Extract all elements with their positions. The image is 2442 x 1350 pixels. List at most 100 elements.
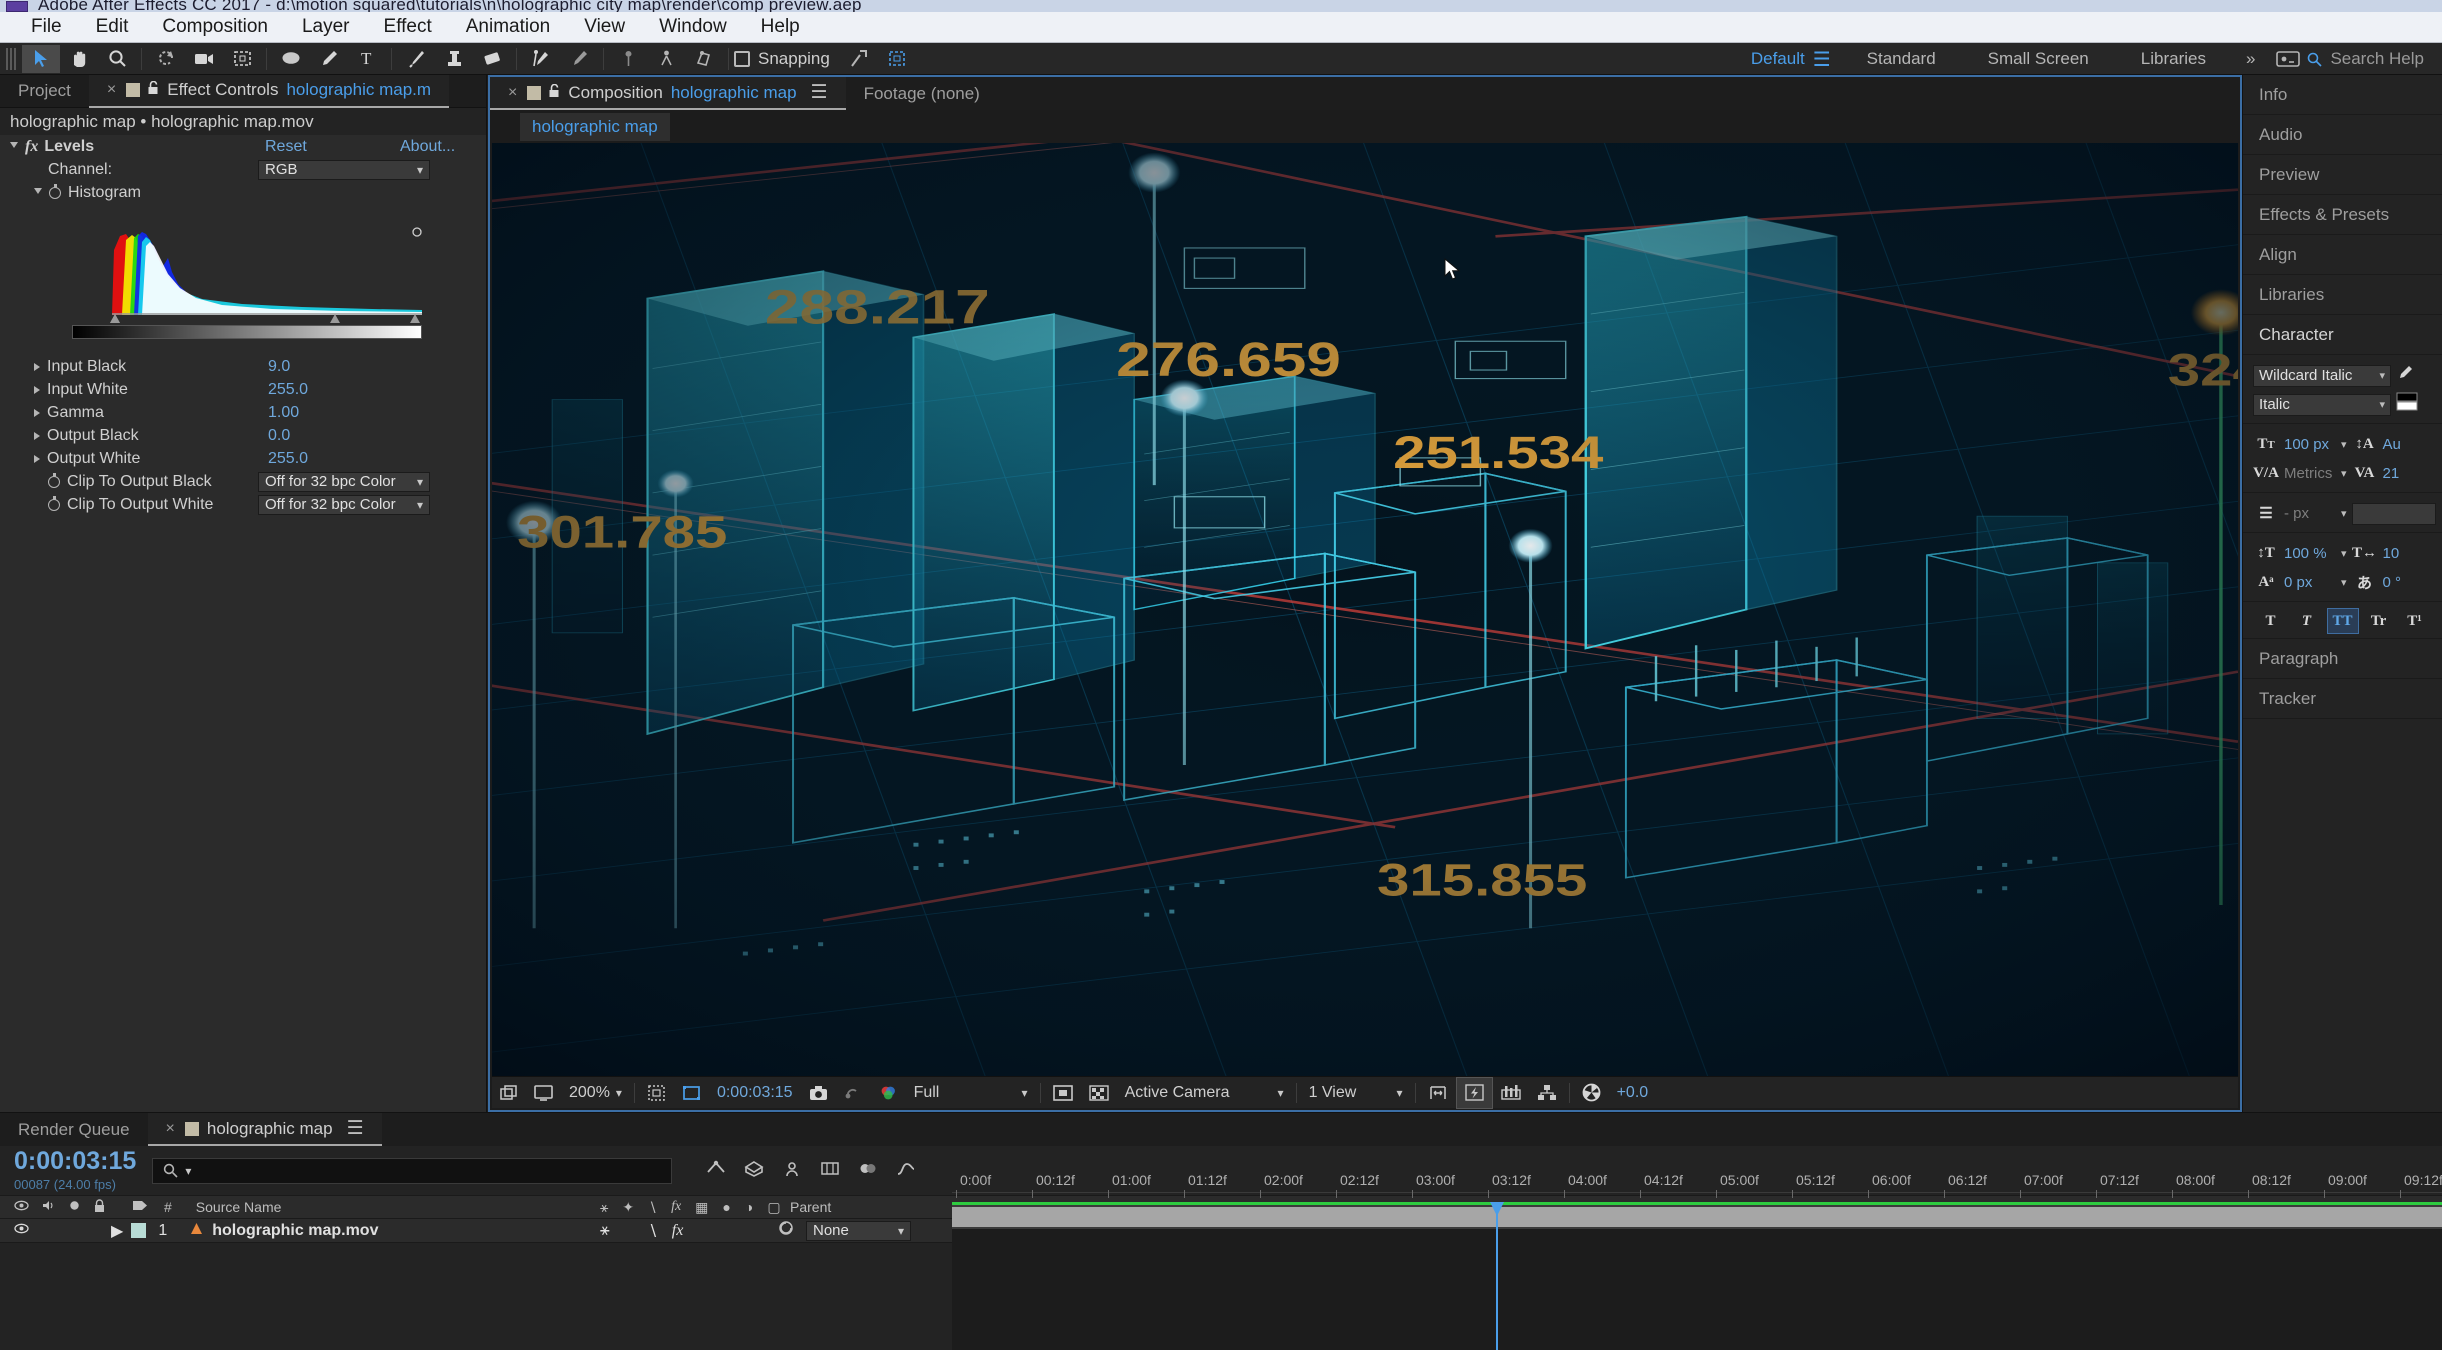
zoom-tool[interactable] [98, 45, 136, 73]
region-of-interest-tool[interactable] [223, 45, 261, 73]
always-preview-button[interactable] [492, 1077, 526, 1109]
stroke-width-value[interactable]: - px [2284, 505, 2336, 522]
panel-tab-paragraph[interactable]: Paragraph [2243, 639, 2442, 679]
panel-tab-preview[interactable]: Preview [2243, 155, 2442, 195]
param-output-black[interactable]: Output Black 0.0 [0, 424, 486, 447]
disclosure-triangle-icon[interactable] [34, 431, 40, 440]
parent-pickwhip-icon[interactable] [778, 1220, 794, 1241]
panel-tab-character[interactable]: Character [2243, 315, 2442, 355]
baseline-shift-value[interactable]: 0 px [2284, 574, 2336, 591]
clip-white-dropdown[interactable]: Off for 32 bpc Color ▾ [258, 494, 430, 515]
workspace-small-screen[interactable]: Small Screen [1962, 49, 2115, 69]
current-time-display[interactable]: 0:00:03:15 00087 (24.00 fps) [14, 1149, 136, 1193]
param-histogram[interactable]: Histogram [0, 181, 486, 204]
horizontal-scale-value[interactable]: 10 [2383, 545, 2435, 562]
close-icon[interactable]: × [508, 84, 517, 102]
exposure-reset-button[interactable] [1574, 1077, 1609, 1109]
tab-effect-controls[interactable]: × Effect Controls holographic map.m [88, 74, 450, 108]
channel-dropdown[interactable]: RGB ▾ [258, 159, 430, 180]
take-snapshot-button[interactable] [801, 1077, 836, 1109]
track-row[interactable] [952, 1205, 2442, 1229]
eraser-tool[interactable] [473, 45, 511, 73]
layer-shy-switch[interactable]: ⚹ [600, 1222, 610, 1240]
refine-edge-tool[interactable] [560, 45, 598, 73]
motion-blur-icon[interactable] [858, 1160, 878, 1182]
param-value[interactable]: 0.0 [268, 427, 290, 445]
snapping-checkbox[interactable] [734, 50, 750, 67]
font-size-value[interactable]: 100 px [2284, 436, 2336, 453]
panel-tab-tracker[interactable]: Tracker [2243, 679, 2442, 719]
menu-item-view[interactable]: View [567, 16, 642, 38]
tab-footage[interactable]: Footage (none) [846, 77, 998, 110]
param-value[interactable]: 255.0 [268, 450, 308, 468]
comp-name-pill[interactable]: holographic map [520, 112, 670, 141]
parent-dropdown[interactable]: None ▾ [806, 1220, 911, 1241]
panel-tab-audio[interactable]: Audio [2243, 115, 2442, 155]
main-view-button[interactable] [526, 1077, 561, 1109]
layer-duration-bar[interactable] [952, 1207, 2442, 1227]
disclosure-triangle-icon[interactable] [34, 362, 40, 371]
puppet-starch-tool[interactable] [647, 45, 685, 73]
param-input-white[interactable]: Input White 255.0 [0, 378, 486, 401]
font-style-dropdown[interactable]: Italic ▾ [2253, 393, 2391, 416]
graph-editor-icon[interactable] [896, 1160, 916, 1182]
menu-item-help[interactable]: Help [744, 16, 817, 38]
close-icon[interactable]: × [107, 81, 116, 99]
chevron-down-icon[interactable]: ▾ [2341, 576, 2347, 589]
puppet-overlap-tool[interactable] [685, 45, 723, 73]
layer-quality-switch[interactable]: ∖ [648, 1221, 658, 1241]
workspace-standard[interactable]: Standard [1841, 49, 1962, 69]
param-value[interactable]: 1.00 [268, 404, 299, 422]
small-caps-button[interactable]: Tr [2363, 608, 2395, 634]
all-caps-button[interactable]: TT [2326, 608, 2359, 634]
levels-gradient-bar[interactable] [72, 325, 422, 339]
stroke-type-dropdown[interactable] [2351, 502, 2436, 525]
panel-menu-icon[interactable]: ☰ [811, 81, 828, 104]
region-of-interest-button[interactable] [674, 1077, 709, 1109]
stopwatch-icon[interactable] [48, 495, 60, 511]
lock-icon[interactable] [148, 80, 159, 100]
param-gamma[interactable]: Gamma 1.00 [0, 401, 486, 424]
draft-3d-icon[interactable] [744, 1160, 764, 1182]
param-value[interactable]: 9.0 [268, 358, 290, 376]
workspace-libraries[interactable]: Libraries [2115, 49, 2232, 69]
transform-box-icon[interactable] [878, 45, 916, 73]
effect-header-levels[interactable]: fx Levels Reset About... [0, 135, 486, 158]
menu-item-composition[interactable]: Composition [145, 16, 285, 38]
superscript-button[interactable]: T¹ [2399, 608, 2431, 634]
chevron-down-icon[interactable]: ▾ [2341, 547, 2347, 560]
param-output-white[interactable]: Output White 255.0 [0, 447, 486, 470]
panel-tab-info[interactable]: Info [2243, 75, 2442, 115]
composition-viewport[interactable]: 288.217 276.659 251.534 301.785 315.855 … [492, 143, 2238, 1076]
kerning-value[interactable]: Metrics [2284, 465, 2336, 482]
faux-italic-button[interactable]: T [2291, 608, 2323, 634]
eyedropper-icon[interactable] [2396, 364, 2414, 387]
chevron-down-icon[interactable]: ▾ [2341, 438, 2347, 451]
fill-stroke-swatch[interactable] [2396, 392, 2418, 417]
panel-tab-libraries[interactable]: Libraries [2243, 275, 2442, 315]
hand-tool[interactable] [60, 45, 98, 73]
puppet-pin-tool[interactable] [609, 45, 647, 73]
show-channel-button[interactable] [871, 1077, 906, 1109]
toggle-transparency-grid-button[interactable] [1081, 1077, 1117, 1109]
layer-label-color[interactable] [131, 1223, 147, 1238]
panel-tab-effects-presets[interactable]: Effects & Presets [2243, 195, 2442, 235]
menu-item-file[interactable]: File [14, 16, 79, 38]
workspace-menu-icon[interactable]: ☰ [1813, 47, 1831, 72]
playhead[interactable] [1490, 1202, 1504, 1350]
panel-tab-align[interactable]: Align [2243, 235, 2442, 275]
font-family-dropdown[interactable]: Wildcard Italic ▾ [2253, 364, 2391, 387]
vertical-scale-value[interactable]: 100 % [2284, 545, 2336, 562]
rotation-tool[interactable] [147, 45, 185, 73]
layer-video-toggle[interactable] [14, 1222, 29, 1240]
histogram-widget[interactable] [72, 210, 422, 339]
views-dropdown[interactable]: 1 View ▾ [1301, 1077, 1411, 1109]
tsume-value[interactable]: 0 ° [2383, 574, 2435, 591]
pen-tool[interactable] [310, 45, 348, 73]
roto-brush-tool[interactable] [522, 45, 560, 73]
about-button[interactable]: About... [400, 138, 455, 156]
layer-disclosure-arrow[interactable]: ▶ [111, 1221, 123, 1241]
menu-item-edit[interactable]: Edit [79, 16, 146, 38]
resolution-dropdown[interactable]: Full ▾ [906, 1077, 1036, 1109]
viewer-timecode[interactable]: 0:00:03:15 [709, 1077, 801, 1109]
